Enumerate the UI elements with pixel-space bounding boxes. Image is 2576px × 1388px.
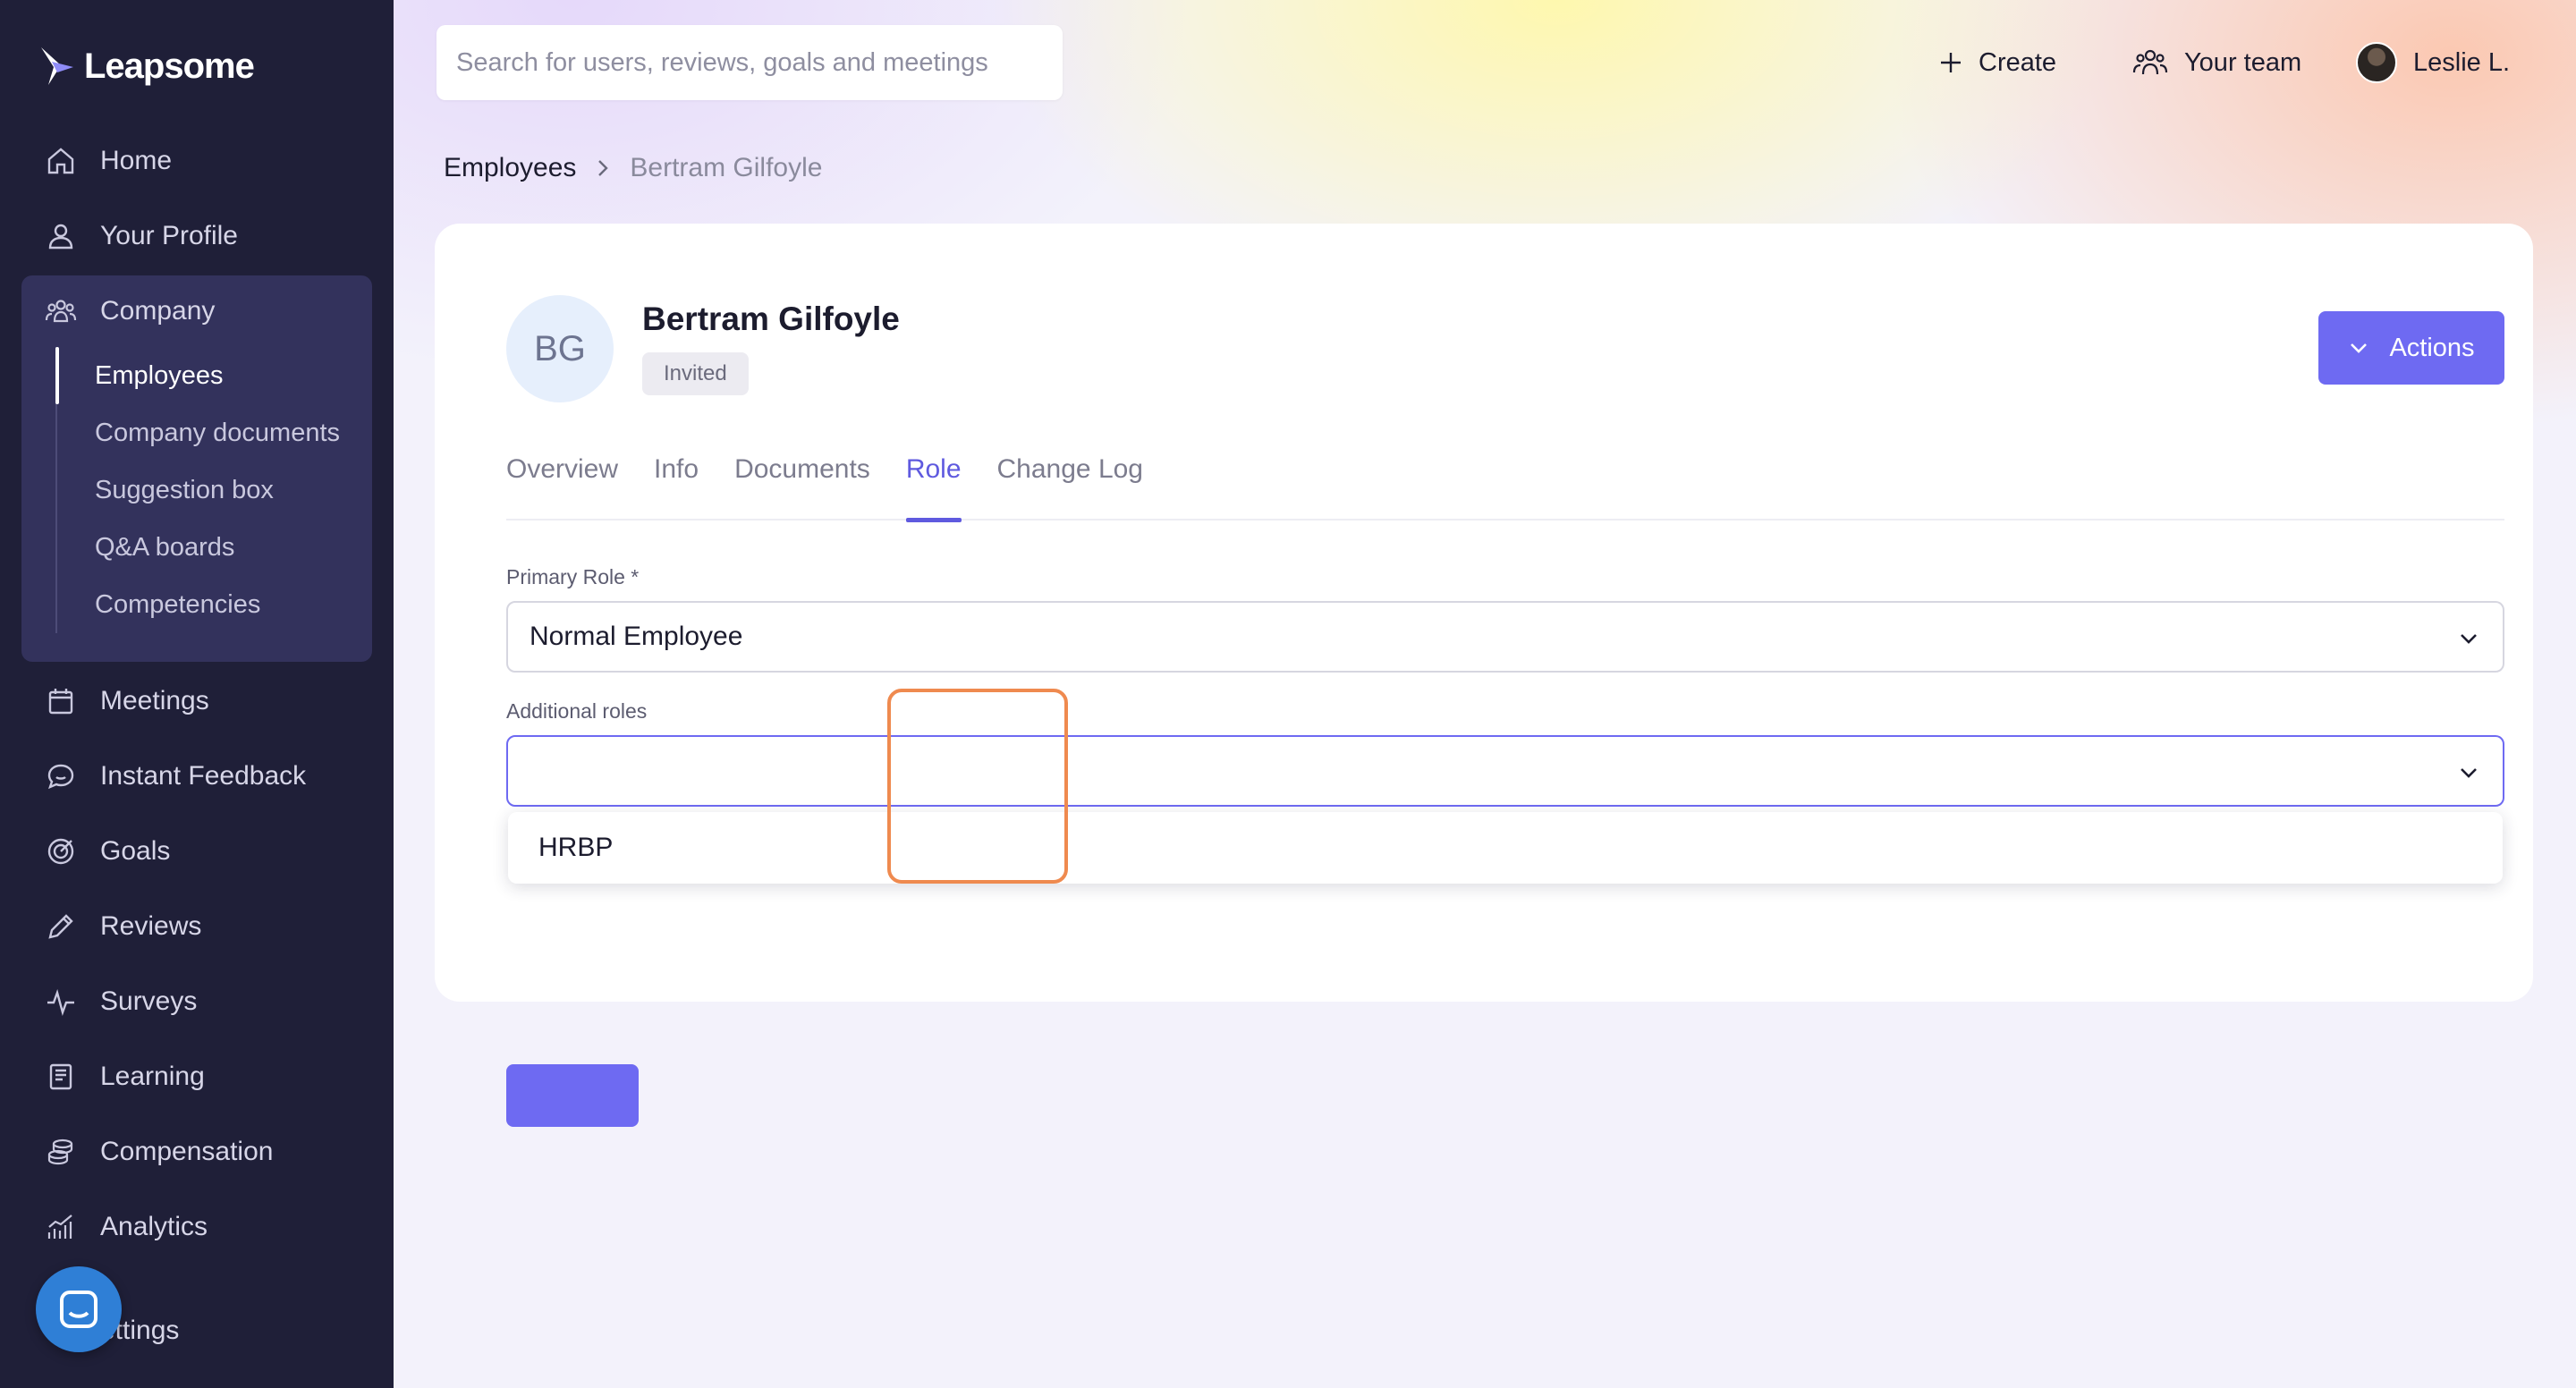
additional-roles-dropdown: HRBP [508,812,2503,884]
support-chat-button[interactable] [36,1266,122,1352]
sidebar-subitem-suggestion-box[interactable]: Suggestion box [95,463,372,517]
status-badge: Invited [642,352,749,395]
employee-card: BG Bertram Gilfoyle Invited Actions Over… [435,224,2533,1127]
coins-icon [47,1138,73,1165]
sidebar-item-profile[interactable]: Your Profile [45,209,376,263]
sidebar-item-label: Reviews [100,911,202,941]
chevron-right-icon [598,160,609,176]
sidebar-item-instant-feedback[interactable]: Instant Feedback [45,749,376,803]
additional-roles-select[interactable] [506,735,2504,807]
primary-role-label: Primary Role * [506,565,640,588]
breadcrumb-employees[interactable]: Employees [444,153,576,183]
tab-documents[interactable]: Documents [734,445,870,520]
chevron-down-icon [2461,768,2477,778]
user-avatar [2356,42,2397,83]
sidebar-subitem-company-documents[interactable]: Company documents [95,406,372,460]
create-button[interactable]: Create [1939,36,2056,89]
tab-change-log[interactable]: Change Log [997,445,1143,520]
additional-roles-label: Additional roles [506,699,648,723]
sidebar-item-company[interactable]: Company [45,284,376,338]
users-icon [45,300,77,323]
sidebar-item-label: Home [100,146,173,175]
sidebar-item-label: Learning [100,1062,205,1091]
employee-avatar: BG [506,295,614,402]
employee-name: Bertram Gilfoyle [642,300,900,337]
sidebar-item-compensation[interactable]: Compensation [45,1125,376,1179]
leapsome-logo-icon [41,47,73,85]
calendar-icon [48,689,73,715]
sidebar-item-label: Instant Feedback [100,761,307,791]
sidebar-item-learning[interactable]: Learning [45,1050,376,1104]
tab-info[interactable]: Info [654,445,699,520]
chat-icon [47,764,74,790]
brand-name: Leapsome [84,46,255,86]
book-icon [49,1063,72,1090]
sidebar-item-analytics[interactable]: Analytics [45,1200,376,1254]
avatar-initials: BG [534,328,586,368]
sidebar-item-label: Surveys [100,986,198,1016]
sidebar-item-label: Meetings [100,686,209,715]
chart-icon [47,1214,72,1239]
primary-role-value: Normal Employee [530,622,743,651]
your-team-button[interactable]: Your team [2132,36,2301,89]
tab-role[interactable]: Role [905,445,962,522]
submenu-active-indicator [55,347,59,404]
pulse-icon [47,989,74,1016]
sidebar-subitem-competencies[interactable]: Competencies [95,578,372,631]
logo[interactable]: Leapsome [39,43,255,89]
actions-button[interactable]: Actions [2318,311,2504,385]
tab-overview[interactable]: Overview [506,445,618,520]
user-icon [48,224,73,250]
breadcrumb-current: Bertram Gilfoyle [630,153,823,182]
team-icon [2132,49,2168,75]
sidebar-item-label: Goals [100,836,171,866]
main-content: Create Your team Leslie L. Employees Ber… [394,0,2576,1388]
save-button[interactable] [506,1064,639,1127]
sidebar-item-surveys[interactable]: Surveys [45,975,376,1028]
sidebar-item-label: Compensation [100,1137,274,1166]
actions-label: Actions [2389,333,2475,362]
create-label: Create [1979,47,2057,77]
sidebar-subitem-employees[interactable]: Employees [95,349,372,402]
user-menu[interactable]: Leslie L. [2356,36,2510,89]
sidebar-item-label: Company [100,296,216,326]
pencil-icon [48,914,73,939]
sidebar: Leapsome Home Your Profile Company Emplo… [0,0,394,1388]
plus-icon [1941,53,1961,72]
tab-bar: Overview Info Documents Role Change Log [506,445,2504,522]
user-name: Leslie L. [2413,47,2511,77]
chevron-down-icon [2351,343,2368,353]
primary-role-select[interactable]: Normal Employee [506,601,2504,673]
home-icon [47,148,74,174]
sidebar-item-label: Your Profile [100,221,238,250]
dropdown-option-hrbp[interactable]: HRBP [538,833,613,863]
sidebar-item-label: Analytics [100,1212,208,1241]
search-input[interactable] [436,25,1063,100]
sidebar-item-reviews[interactable]: Reviews [45,900,376,953]
chevron-down-icon [2461,634,2477,644]
sidebar-item-goals[interactable]: Goals [45,825,376,878]
chat-widget-icon [60,1291,97,1328]
breadcrumb: Employees Bertram Gilfoyle [444,148,822,188]
target-icon [47,838,74,865]
sidebar-subitem-qa-boards[interactable]: Q&A boards [95,520,372,574]
sidebar-item-meetings[interactable]: Meetings [45,674,376,728]
sidebar-item-home[interactable]: Home [45,134,376,188]
your-team-label: Your team [2184,47,2302,77]
